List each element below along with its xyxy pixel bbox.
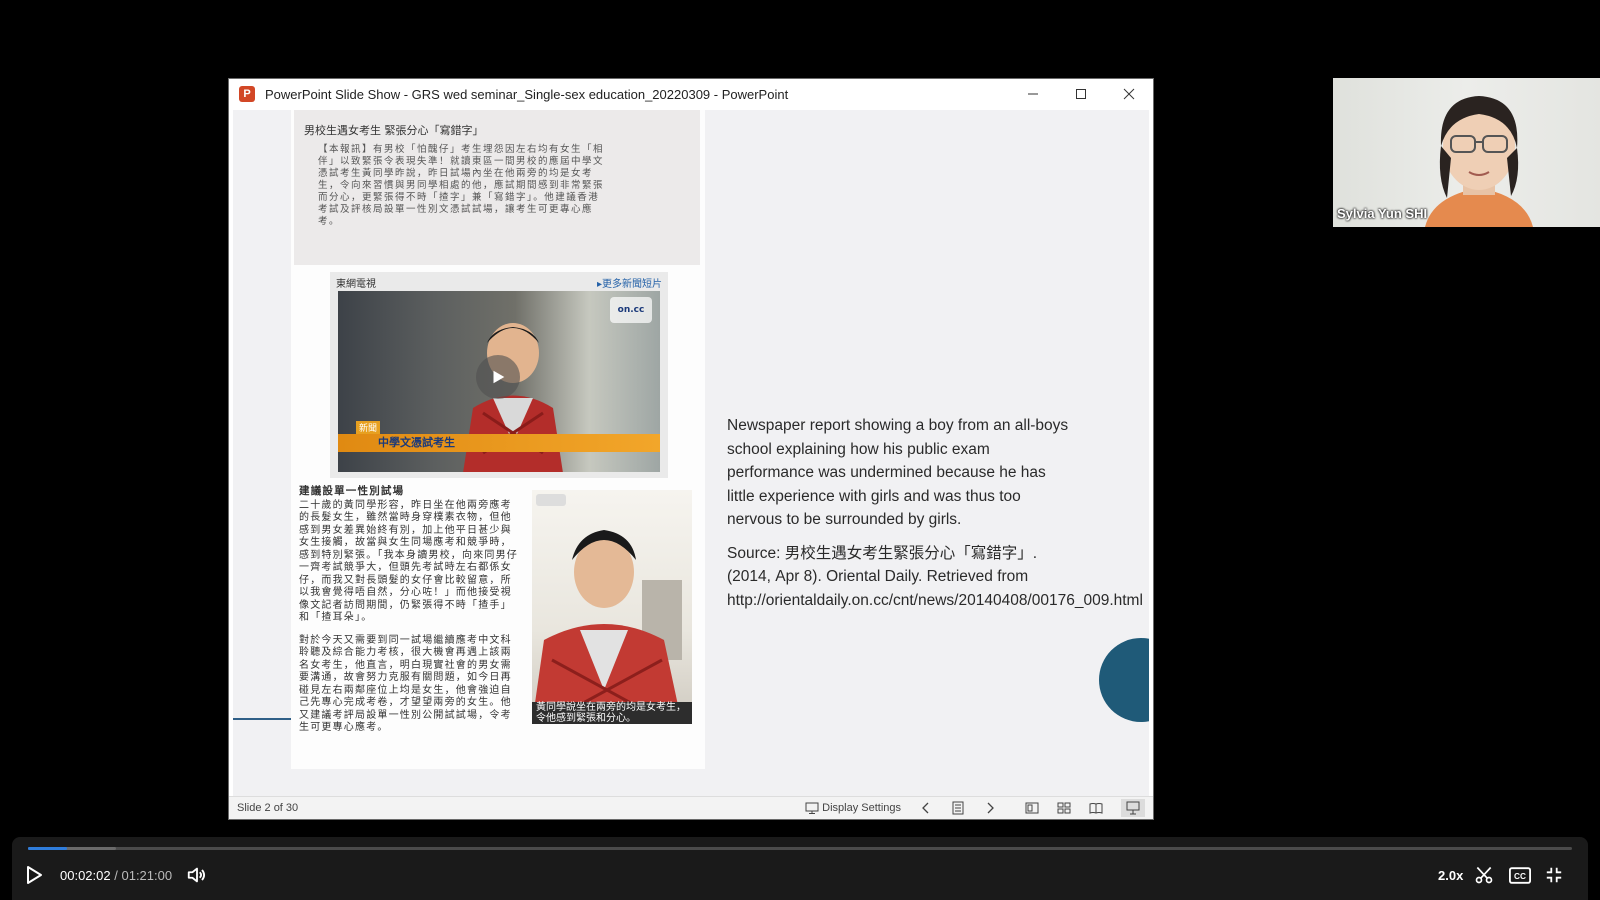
reading-view-button[interactable] (1089, 801, 1103, 815)
player-controls: 00:02:02 / 01:21:00 2.0x CC (12, 837, 1588, 900)
display-settings-button[interactable]: Display Settings (805, 801, 901, 815)
student-portrait-image (532, 530, 682, 724)
maximize-icon (1076, 89, 1086, 99)
normal-view-button[interactable] (1025, 801, 1039, 815)
window-title: PowerPoint Slide Show - GRS wed seminar_… (265, 86, 789, 102)
exit-fullscreen-button[interactable] (1545, 861, 1563, 889)
slide-list-icon (952, 801, 964, 815)
play-button[interactable] (24, 861, 44, 889)
captions-button[interactable]: CC (1509, 861, 1531, 889)
playback-speed-button[interactable]: 2.0x (1438, 861, 1463, 889)
minimize-button[interactable] (1009, 79, 1057, 109)
participant-video[interactable]: Sylvia Yun SHI (1333, 78, 1600, 227)
progress-fill (28, 847, 67, 850)
current-time: 00:02:02 (60, 867, 111, 883)
powerpoint-window: P PowerPoint Slide Show - GRS wed semina… (228, 78, 1154, 820)
video-caption: 中學文憑試考生 (338, 434, 660, 452)
slide-show-button[interactable] (1121, 799, 1145, 817)
presentation-icon (1126, 801, 1140, 815)
powerpoint-icon: P (239, 86, 255, 102)
slide-counter: Slide 2 of 30 (237, 802, 299, 814)
participant-name: Sylvia Yun SHI (1337, 206, 1428, 221)
close-icon (1123, 88, 1135, 100)
slide-source-citation: Source: 男校生遇女考生緊張分心「寫錯字」. (2014, Apr 8).… (727, 544, 1143, 609)
article-paragraph-1: 二十歲的黃同學形容，昨日坐在他兩旁應考的長髮女生，雖然當時身穿樸素衣物，但他感到… (299, 499, 518, 624)
volume-button[interactable] (186, 861, 208, 889)
clipping-intro: 【本報訊】有男校「怕醜仔」考生埋怨因左右均有女生「相伴」以致緊張令表現失準！就讀… (318, 144, 605, 227)
slide-text-box: Newspaper report showing a boy from an a… (727, 414, 1143, 622)
article-body: 建議設單一性別試場 二十歲的黃同學形容，昨日坐在他兩旁應考的長髮女生，雖然當時身… (299, 485, 521, 745)
video-news-tag: 新聞 (356, 421, 381, 434)
slide-menu-button[interactable] (951, 801, 965, 815)
book-icon (1089, 803, 1103, 814)
play-icon (27, 866, 42, 884)
progress-bar[interactable] (28, 847, 1572, 850)
video-play-icon (476, 355, 520, 399)
display-settings-label: Display Settings (822, 802, 901, 814)
cc-icon: CC (1509, 866, 1531, 884)
clip-button[interactable] (1474, 861, 1494, 889)
video-frame: on.cc 新聞 中學文憑試考生 (338, 291, 660, 472)
grid-icon (1057, 802, 1071, 814)
next-slide-button[interactable] (983, 801, 997, 815)
duration: 01:21:00 (121, 867, 173, 883)
previous-slide-button[interactable] (919, 801, 933, 815)
monitor-icon (805, 802, 819, 814)
more-videos-link: ▸更多新聞短片 (596, 279, 662, 290)
maximize-button[interactable] (1057, 79, 1105, 109)
chevron-right-icon (987, 802, 994, 814)
participant-image (1425, 96, 1533, 227)
student-photo: 黃同學說坐在兩旁的均是女考生，令他感到緊張和分心。 (532, 490, 692, 724)
photo-caption: 黃同學說坐在兩旁的均是女考生，令他感到緊張和分心。 (532, 702, 692, 724)
slide-canvas[interactable]: 男校生遇女考生 緊張分心「寫錯字」 【本報訊】有男校「怕醜仔」考生埋怨因左右均有… (233, 110, 1149, 798)
volume-icon (187, 867, 206, 883)
article-paragraph-2: 對於今天又需要到同一試場繼續應考中文科聆聽及綜合能力考核，很大機會再遇上該兩名女… (299, 634, 512, 734)
scissors-icon (1475, 866, 1493, 884)
svg-text:CC: CC (1514, 872, 1526, 881)
slide-description: Newspaper report showing a boy from an a… (727, 417, 1069, 528)
minimize-icon (1028, 93, 1038, 95)
clipping-header-block: 男校生遇女考生 緊張分心「寫錯字」 【本報訊】有男校「怕醜仔」考生埋怨因左右均有… (294, 110, 700, 265)
tv-station-logo: on.cc (610, 297, 652, 323)
exit-fullscreen-icon (1546, 867, 1562, 883)
newspaper-clipping: 男校生遇女考生 緊張分心「寫錯字」 【本報訊】有男校「怕醜仔」考生埋怨因左右均有… (291, 110, 705, 769)
video-source-label: 東網電視 (336, 279, 376, 290)
time-separator: / (114, 867, 118, 883)
chevron-left-icon (922, 802, 929, 814)
article-section-head: 建議設單一性別試場 (299, 485, 405, 497)
decorative-line (233, 718, 291, 720)
slide-sorter-button[interactable] (1057, 801, 1071, 815)
clipping-headline: 男校生遇女考生 緊張分心「寫錯字」 (304, 124, 484, 137)
title-bar: P PowerPoint Slide Show - GRS wed semina… (229, 79, 1153, 109)
normal-view-icon (1025, 802, 1039, 814)
time-display: 00:02:02 / 01:21:00 (60, 861, 172, 889)
decorative-circle (1099, 638, 1149, 722)
close-button[interactable] (1105, 79, 1153, 109)
news-video-embed: 東網電視 ▸更多新聞短片 on.cc 新聞 中學文憑試考生 (330, 272, 668, 478)
slideshow-status-bar: Slide 2 of 30 Display Settings (229, 796, 1153, 819)
